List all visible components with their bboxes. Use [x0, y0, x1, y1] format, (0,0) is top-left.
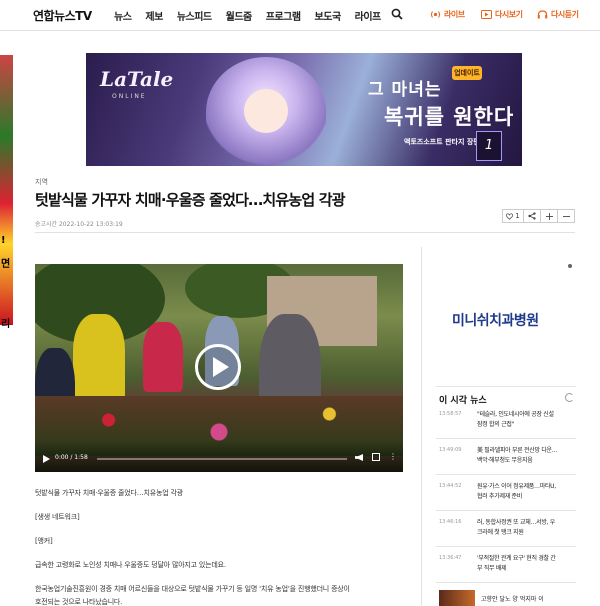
banner-logo: LaTale — [100, 67, 174, 91]
heart-icon — [506, 212, 514, 220]
live-label: 라이브 — [444, 10, 465, 19]
more-options-icon[interactable]: ⋮ — [389, 452, 397, 461]
video-time: 0:00 / 1:58 — [55, 454, 88, 461]
video-person-1 — [73, 314, 125, 404]
news-separator — [436, 546, 576, 547]
nav-item-report[interactable]: 제보 — [145, 8, 163, 23]
left-ad-text-3: 리 — [1, 319, 11, 330]
body-paragraph: 텃밭식물 가꾸자 치매·우울증 줄었다…치유농업 각광 — [35, 489, 183, 497]
nav-item-newsroom[interactable]: 보도국 — [315, 8, 342, 23]
banner-logo-sub: ONLINE — [112, 93, 147, 100]
news-title: 원유·가스 이어 정유제품…마타U, 협러 추가제재 준비 — [477, 482, 577, 502]
sidebar-ad[interactable]: 미니쉬치과병원 — [452, 310, 539, 330]
news-time: 13:49:09 — [439, 447, 462, 453]
news-separator — [436, 582, 576, 583]
body-paragraph: 급속한 고령화로 노인성 치매나 우울증도 덩달아 많아지고 있는데요. — [35, 561, 226, 569]
section-tag[interactable]: 지역 — [35, 177, 48, 187]
font-decrease-button[interactable] — [557, 209, 575, 223]
banner-badge: 업데이트 — [452, 66, 482, 80]
news-item-with-thumb[interactable]: 고향안 달노 양 먹지마 이 — [439, 590, 579, 606]
news-separator — [436, 510, 576, 511]
news-time: 13:44:52 — [439, 483, 462, 489]
like-button[interactable]: 1 — [502, 209, 524, 223]
sidebar-title: 이 시각 뉴스 — [439, 396, 487, 406]
news-title: "테슬라, 인도네시아에 공장 신설 잠정 합의 근접" — [477, 410, 577, 430]
font-increase-button[interactable] — [540, 209, 558, 223]
video-progress-bar[interactable] — [97, 458, 347, 460]
left-ad-text-1: ! — [1, 235, 6, 246]
replay-label: 다시보기 — [495, 10, 523, 19]
video-player[interactable]: 0:00 / 1:58 ⋮ — [35, 264, 403, 472]
nav-item-program[interactable]: 프로그램 — [266, 8, 301, 23]
control-play-icon[interactable] — [43, 455, 50, 463]
nav-item-news[interactable]: 뉴스 — [114, 8, 132, 23]
main-nav: 뉴스 제보 뉴스피드 월드줌 프로그램 보도국 라이프 — [114, 8, 395, 23]
left-ad-text-2: 면 — [1, 259, 11, 270]
news-separator — [436, 474, 576, 475]
volume-icon[interactable] — [355, 454, 363, 461]
tv-icon — [481, 10, 492, 19]
banner-title-line1: 그 마녀는 — [368, 80, 442, 100]
news-title-line: 크라에 첫 탱크 지원 — [477, 529, 524, 536]
news-title-line: 부 직무 배제 — [477, 565, 507, 572]
banner-card-number: 1 — [476, 131, 502, 161]
news-title-line: 백악·해부청도 무응지움 — [477, 457, 533, 464]
video-person-3 — [143, 322, 183, 392]
search-icon[interactable] — [391, 8, 403, 20]
news-title-line: 원유·가스 이어 정유제품…마타U, — [477, 483, 556, 490]
video-controls: 0:00 / 1:58 ⋮ — [35, 440, 403, 472]
article-actions: 1 — [502, 209, 575, 223]
banner-title-line2: 복귀를 원한다 — [384, 104, 515, 129]
nav-item-worldzoom[interactable]: 월드줌 — [226, 8, 253, 23]
news-title-line: 협러 추가제재 준비 — [477, 493, 522, 500]
left-side-ad[interactable]: ! 면 리 — [0, 55, 13, 330]
news-title: 美 필라델피아 부른 전산망 다운… 백악·해부청도 무응지움 — [477, 446, 577, 466]
body-paragraph: [생생 네트워크] — [35, 513, 80, 521]
like-count: 1 — [515, 212, 520, 220]
news-title-line: 잠정 합의 근접" — [477, 421, 514, 428]
banner-ad[interactable]: LaTale ONLINE 업데이트 그 마녀는 복귀를 원한다 액토즈소프트 … — [86, 53, 522, 166]
minus-icon — [562, 215, 570, 217]
relisten-button[interactable]: 다시듣기 — [537, 9, 579, 20]
news-separator — [436, 438, 576, 439]
news-title-line: 美 필라델피아 부른 전산망 다운… — [477, 447, 558, 454]
header-divider — [35, 232, 575, 233]
fullscreen-icon[interactable] — [372, 453, 380, 461]
banner-character-face — [244, 89, 288, 133]
news-thumbnail — [439, 590, 475, 606]
live-icon — [431, 11, 440, 18]
news-title: 러, 동합사정권 또 교체…서방, 우 크라에 첫 탱크 지원 — [477, 518, 577, 538]
site-logo[interactable]: 연합뉴스TV — [33, 7, 92, 24]
nav-item-newsfeed[interactable]: 뉴스피드 — [177, 8, 212, 23]
relisten-label: 다시듣기 — [551, 10, 579, 19]
news-title: 고향안 달노 양 먹지마 이 — [481, 596, 544, 603]
sidebar-divider — [421, 247, 422, 606]
article-headline: 텃밭식물 가꾸자 치매·우울증 줄었다…치유농업 각광 — [35, 191, 346, 209]
video-play-button[interactable] — [195, 344, 241, 390]
body-paragraph: 한국농업기술진흥원이 경증 치매 어르신들을 대상으로 텃밭식물 가꾸기 등 일… — [35, 585, 350, 593]
share-icon — [528, 212, 536, 220]
body-paragraph: [앵커] — [35, 537, 53, 545]
news-time: 13:36:47 — [439, 555, 462, 561]
sidebar-dot — [568, 264, 572, 268]
headphones-icon — [537, 10, 548, 19]
sent-time: 송고시간 2022-10-22 13:03:19 — [35, 221, 123, 228]
news-title-line: '부적절한 관계 요구' 현직 경찰 간 — [477, 555, 556, 562]
sidebar-separator — [436, 386, 576, 387]
refresh-icon[interactable] — [565, 393, 574, 402]
top-nav-bar: 연합뉴스TV 뉴스 제보 뉴스피드 월드줌 프로그램 보도국 라이프 라이브 다… — [0, 0, 600, 31]
live-button[interactable]: 라이브 — [430, 9, 465, 20]
news-time: 13:46:16 — [439, 519, 462, 525]
nav-item-life[interactable]: 라이프 — [355, 8, 382, 23]
body-paragraph: 호전되는 것으로 나타났습니다. — [35, 598, 123, 606]
plus-icon — [545, 212, 553, 220]
news-title: '부적절한 관계 요구' 현직 경찰 간 부 직무 배제 — [477, 554, 577, 574]
replay-button[interactable]: 다시보기 — [481, 9, 523, 20]
news-time: 13:58:57 — [439, 411, 462, 417]
news-title-line: "테슬라, 인도네시아에 공장 신설 — [477, 411, 554, 418]
share-button[interactable] — [523, 209, 541, 223]
news-title-line: 러, 동합사정권 또 교체…서방, 우 — [477, 519, 555, 526]
